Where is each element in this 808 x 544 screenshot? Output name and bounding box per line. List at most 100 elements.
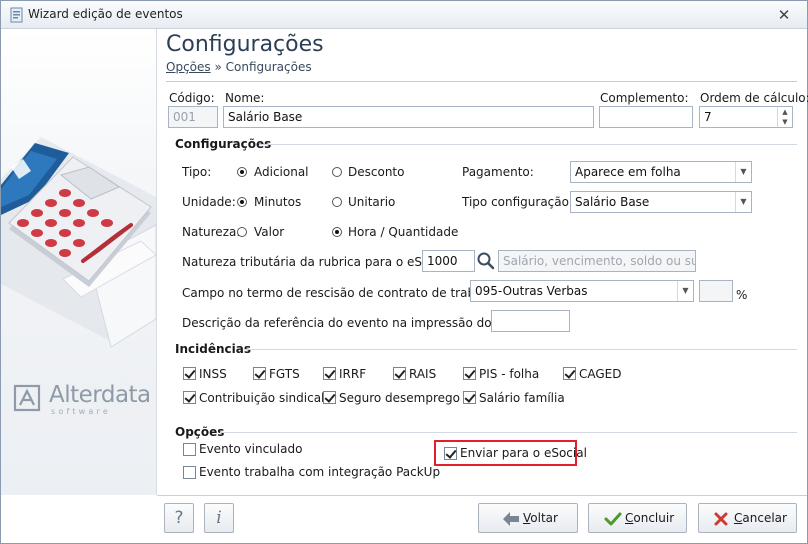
checkbox-enviar-esocial[interactable] [444,447,457,460]
checkbox-pis-folha[interactable] [463,367,476,380]
stepper-arrows[interactable]: ▲ ▼ [777,107,792,127]
campo-rescisao-label: Campo no termo de rescisão de contrato d… [182,286,505,300]
logo-subtitle: software [51,407,111,416]
radio-minutos[interactable] [237,197,247,207]
pagamento-label: Pagamento: [462,165,534,179]
checkbox-contribuicao-sindical[interactable] [183,391,196,404]
close-icon [714,512,728,526]
natureza-tributaria-field[interactable]: 1000 [422,250,475,272]
complemento-label: Complemento: [600,91,689,105]
ordem-calculo-value: 7 [704,110,712,124]
voltar-button[interactable]: Voltar [478,503,578,533]
info-icon: i [216,508,222,528]
checkbox-caged-label[interactable]: CAGED [579,367,622,381]
checkbox-seguro-desemprego[interactable] [323,391,336,404]
radio-minutos-label[interactable]: Minutos [254,195,301,209]
checkbox-evento-vinculado-label[interactable]: Evento vinculado [199,442,302,456]
header-divider [166,81,797,82]
chevron-down-icon[interactable]: ▼ [735,192,751,212]
nome-field[interactable]: Salário Base [223,106,594,128]
wizard-window: Wizard edição de eventos ✕ Alterdata sof… [0,0,808,544]
close-button[interactable]: ✕ [769,4,799,26]
window-title: Wizard edição de eventos [28,7,183,21]
checkbox-inss-label[interactable]: INSS [199,367,227,381]
breadcrumb-link-opcoes[interactable]: Opções [166,60,211,74]
checkbox-irrf-label[interactable]: IRRF [339,367,366,381]
stepper-up-icon[interactable]: ▲ [778,107,792,117]
checkbox-evento-vinculado[interactable] [183,443,196,456]
tipo-configuracao-label: Tipo configuração: [462,195,574,209]
logo-name: Alterdata [49,382,151,408]
tipo-configuracao-value: Salário Base [575,195,650,209]
checkbox-salario-familia-label[interactable]: Salário família [479,391,565,405]
codigo-label: Código: [169,91,215,105]
section-incidencias: Incidências [175,342,251,356]
checkbox-fgts-label[interactable]: FGTS [269,367,300,381]
cancelar-button[interactable]: Cancelar [698,503,797,533]
chevron-down-icon[interactable]: ▼ [677,281,693,301]
radio-valor-label[interactable]: Valor [254,225,284,239]
alterdata-logo: Alterdata software [13,382,151,416]
radio-desconto[interactable] [332,167,342,177]
radio-valor[interactable] [237,227,247,237]
checkbox-contribuicao-sindical-label[interactable]: Contribuição sindical [199,391,324,405]
info-button[interactable]: i [204,503,234,533]
radio-hora-quantidade[interactable] [332,227,342,237]
pagamento-select[interactable]: Aparece em folha ▼ [570,161,752,183]
stepper-down-icon[interactable]: ▼ [778,117,792,127]
percent-field [699,280,733,302]
help-button[interactable]: ? [164,503,194,533]
unidade-label: Unidade: [182,195,236,209]
ordem-calculo-stepper[interactable]: 7 ▲ ▼ [699,106,793,128]
help-icon: ? [174,508,184,528]
radio-adicional-label[interactable]: Adicional [254,165,309,179]
natureza-label: Natureza: [182,225,241,239]
checkbox-seguro-desemprego-label[interactable]: Seguro desemprego [339,391,460,405]
pagamento-value: Aparece em folha [575,165,681,179]
breadcrumb-separator: » [210,60,226,74]
checkbox-rais[interactable] [393,367,406,380]
complemento-field[interactable] [599,106,693,128]
breadcrumb: Opções » Configurações [166,60,312,74]
concluir-label: Concluir [625,511,675,525]
radio-unitario[interactable] [332,197,342,207]
descricao-trct-field[interactable] [491,310,570,332]
checkbox-inss[interactable] [183,367,196,380]
natureza-tributaria-description: Salário, vencimento, soldo ou subsídio [498,250,696,272]
checkbox-packup-label[interactable]: Evento trabalha com integração PackUp [199,465,440,479]
codigo-field: 001 [168,106,218,128]
checkbox-pis-folha-label[interactable]: PIS - folha [479,367,539,381]
campo-rescisao-select[interactable]: 095-Outras Verbas ▼ [470,280,694,302]
checkbox-fgts[interactable] [253,367,266,380]
alterdata-logo-icon [13,384,41,412]
checkbox-caged[interactable] [563,367,576,380]
section-incidencias-line [244,349,797,350]
app-icon [10,7,23,23]
section-opcoes: Opções [175,425,225,439]
title-bar: Wizard edição de eventos ✕ [1,1,807,29]
tipo-configuracao-select[interactable]: Salário Base ▼ [570,191,752,213]
checkbox-rais-label[interactable]: RAIS [409,367,436,381]
radio-unitario-label[interactable]: Unitario [348,195,395,209]
descricao-trct-label: Descrição da referência do evento na imp… [182,316,529,330]
campo-rescisao-value: 095-Outras Verbas [475,284,588,298]
check-icon [604,512,622,526]
cancelar-label: Cancelar [734,511,787,525]
checkbox-irrf[interactable] [323,367,336,380]
search-button[interactable] [475,250,497,272]
radio-desconto-label[interactable]: Desconto [348,165,404,179]
section-configuracoes-line [259,144,797,145]
checkbox-enviar-esocial-label[interactable]: Enviar para o eSocial [460,446,587,460]
radio-adicional[interactable] [237,167,247,177]
chevron-down-icon[interactable]: ▼ [735,162,751,182]
concluir-button[interactable]: Concluir [588,503,687,533]
panel-separator [156,29,157,495]
checkbox-packup[interactable] [183,466,196,479]
search-icon [477,252,495,270]
footer-divider [157,495,807,496]
calculator-illustration [1,137,156,348]
radio-hora-quantidade-label[interactable]: Hora / Quantidade [348,225,458,239]
page-title: Configurações [166,32,324,57]
breadcrumb-current: Configurações [225,60,312,74]
checkbox-salario-familia[interactable] [463,391,476,404]
